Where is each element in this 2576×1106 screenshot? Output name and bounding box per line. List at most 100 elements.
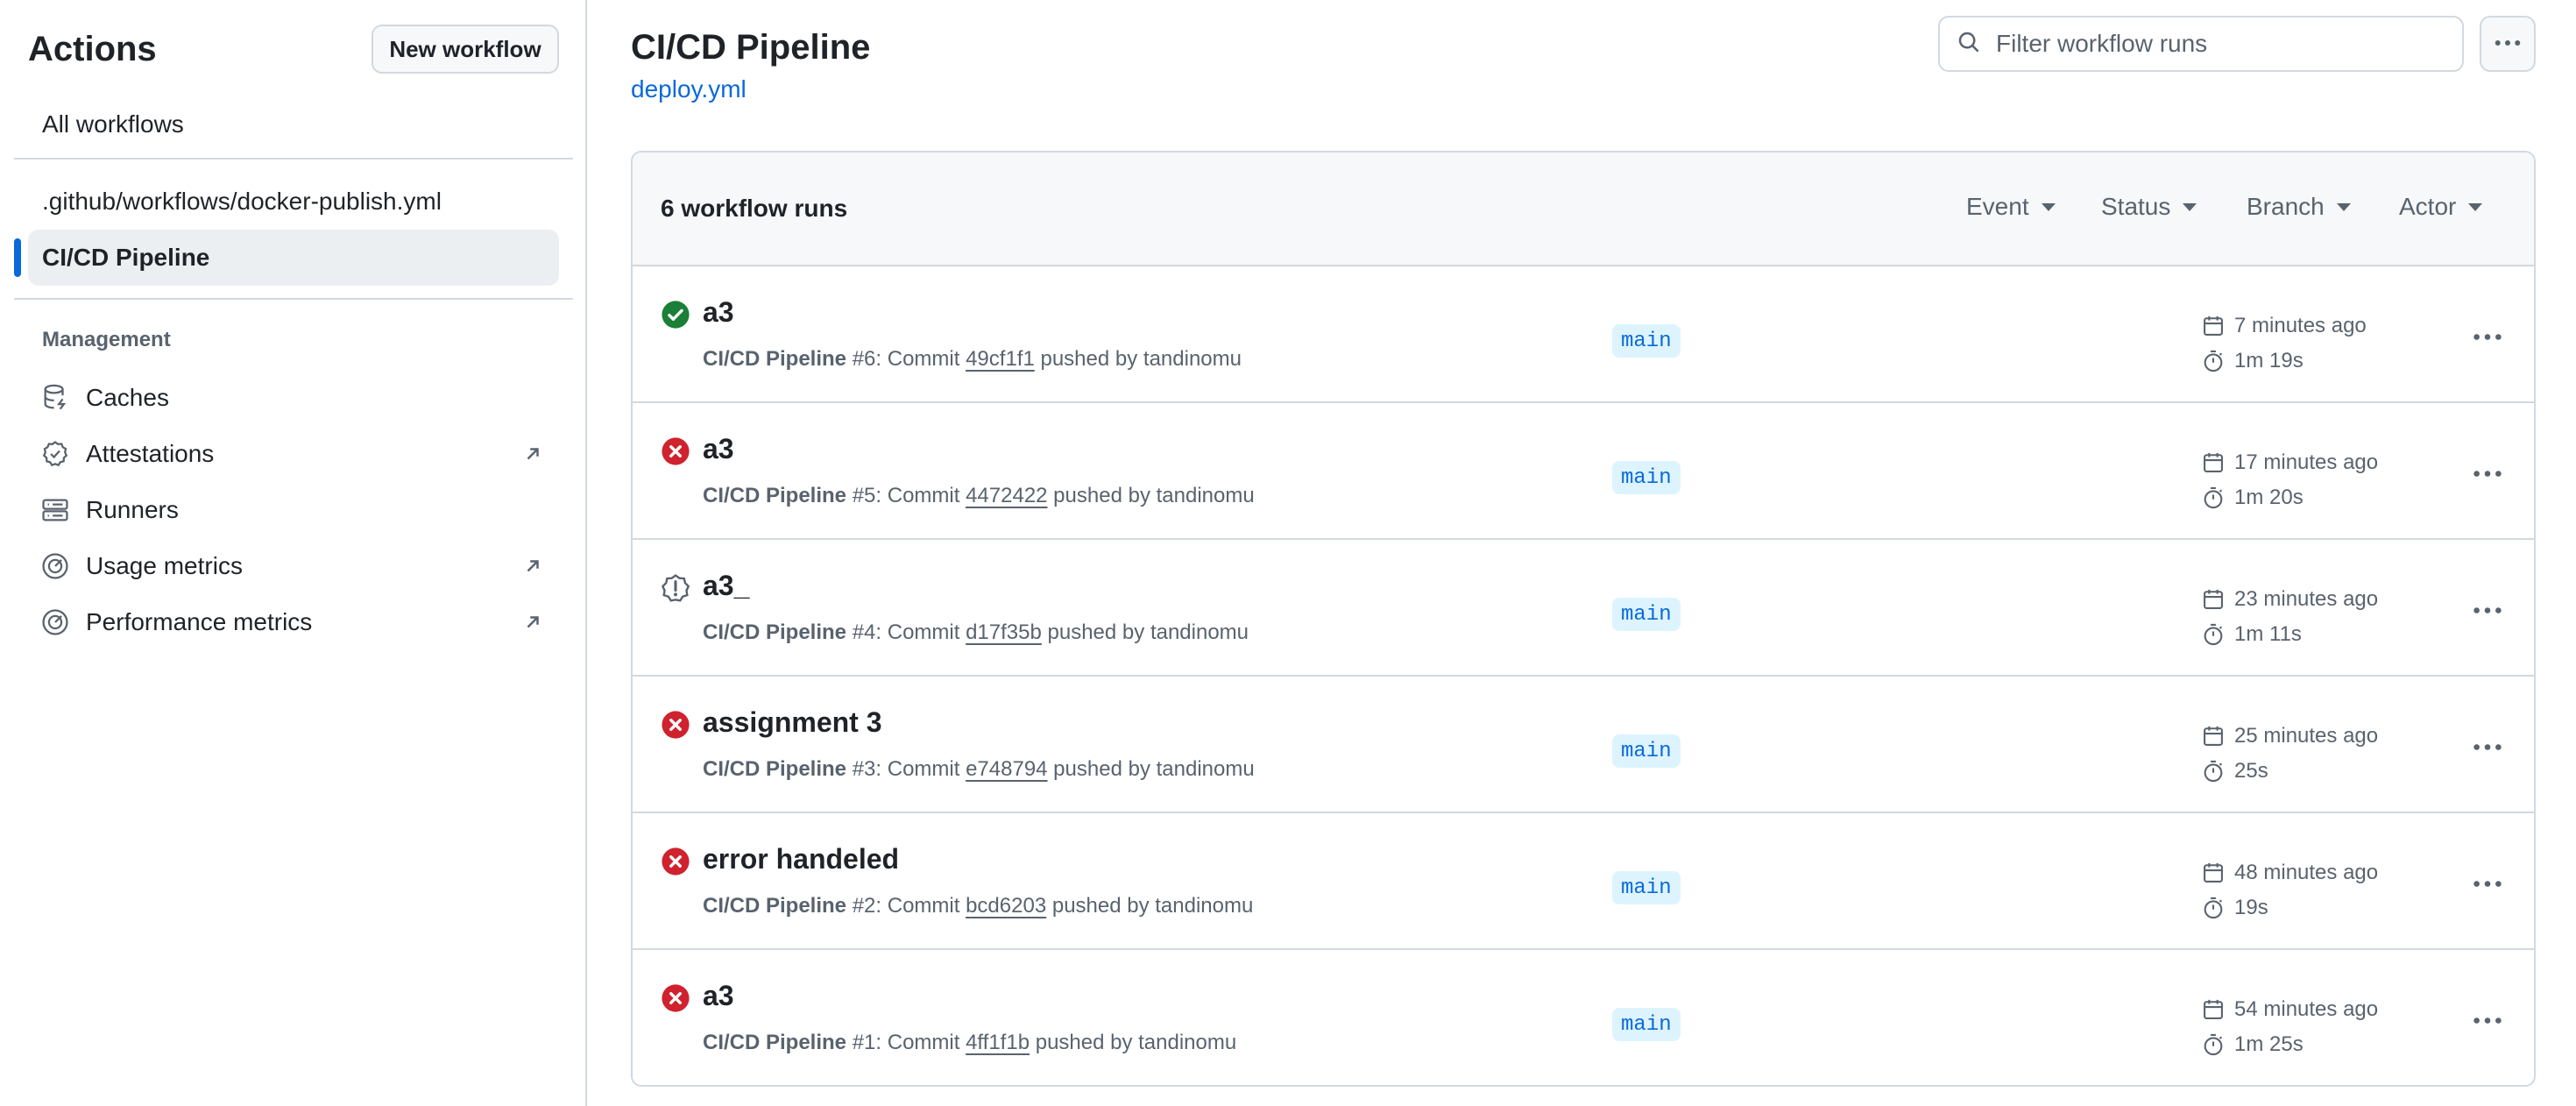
new-workflow-button[interactable]: New workflow xyxy=(372,25,559,74)
database-icon xyxy=(40,383,70,413)
server-icon xyxy=(40,495,70,525)
kebab-horizontal-icon xyxy=(2495,36,2521,52)
branch-label[interactable]: main xyxy=(1612,598,1681,631)
x-circle-icon xyxy=(661,847,690,876)
workflow-run-row[interactable]: a3 CI/CD Pipeline #6: Commit 49cf1f1 pus… xyxy=(633,266,2534,403)
run-number: #6 xyxy=(852,347,876,371)
sidebar-item-attestations[interactable]: Attestations xyxy=(28,428,559,480)
run-started: 54 minutes ago xyxy=(2201,997,2378,1022)
commit-link[interactable]: d17f35b xyxy=(966,620,1042,644)
filter-runs-input[interactable] xyxy=(1996,30,2452,58)
workflow-run-row[interactable]: a3 CI/CD Pipeline #5: Commit 4472422 pus… xyxy=(633,403,2534,540)
commit-link[interactable]: bcd6203 xyxy=(966,894,1046,918)
sidebar-item-label: Usage metrics xyxy=(86,552,243,579)
branch-label[interactable]: main xyxy=(1612,1008,1681,1041)
event-filter-dropdown[interactable]: Event xyxy=(1966,193,2056,221)
run-title-link[interactable]: a3_ xyxy=(703,570,749,602)
external-link-icon xyxy=(519,440,547,468)
sidebar-item-runners[interactable]: Runners xyxy=(28,484,559,536)
sidebar-item-performance-metrics[interactable]: Performance metrics xyxy=(28,596,559,649)
search-icon xyxy=(1956,29,1982,60)
workflow-run-row[interactable]: a3 CI/CD Pipeline #1: Commit 4ff1f1b pus… xyxy=(633,950,2534,1085)
more-options-button[interactable] xyxy=(2480,16,2536,72)
filter-runs-box[interactable] xyxy=(1938,16,2464,72)
run-duration-text: 1m 20s xyxy=(2234,486,2304,509)
sidebar-divider xyxy=(14,298,573,300)
actor-filter-dropdown[interactable]: Actor xyxy=(2399,193,2483,221)
kebab-horizontal-icon xyxy=(2473,606,2502,613)
run-options-button[interactable] xyxy=(2466,456,2509,491)
commit-link[interactable]: 4472422 xyxy=(966,484,1047,507)
runs-count: 6 workflow runs xyxy=(661,195,848,222)
sidebar: Actions New workflow All workflows .gith… xyxy=(0,0,587,1106)
workflow-run-row[interactable]: assignment 3 CI/CD Pipeline #3: Commit e… xyxy=(633,677,2534,813)
sidebar-title: Actions xyxy=(28,30,157,68)
sidebar-item-cicd-pipeline[interactable]: CI/CD Pipeline xyxy=(28,230,559,286)
workflow-file-link[interactable]: deploy.yml xyxy=(631,75,747,103)
run-when: 54 minutes ago xyxy=(2234,997,2379,1021)
run-options-button[interactable] xyxy=(2466,729,2509,764)
run-title-link[interactable]: a3 xyxy=(703,980,734,1012)
run-meta: CI/CD Pipeline #5: Commit 4472422 pushed… xyxy=(703,484,1255,507)
branch-label[interactable]: main xyxy=(1612,461,1681,494)
run-number: #1 xyxy=(852,1031,876,1054)
run-options-button[interactable] xyxy=(2466,319,2509,354)
status-filter-dropdown[interactable]: Status xyxy=(2101,193,2197,221)
run-meta: CI/CD Pipeline #4: Commit d17f35b pushed… xyxy=(703,620,1249,644)
calendar-icon xyxy=(2204,726,2223,746)
calendar-icon xyxy=(2204,862,2223,883)
branch-label[interactable]: main xyxy=(1612,734,1681,768)
x-circle-icon xyxy=(661,436,690,466)
sidebar-item-caches[interactable]: Caches xyxy=(28,372,559,424)
caret-down-icon xyxy=(2336,202,2351,211)
run-workflow-name: CI/CD Pipeline xyxy=(703,347,847,371)
kebab-horizontal-icon xyxy=(2473,470,2502,477)
run-duration: 25s xyxy=(2201,759,2268,783)
sidebar-item-label: Performance metrics xyxy=(86,608,313,635)
run-duration-text: 25s xyxy=(2234,759,2268,783)
sidebar-item-all-workflows[interactable]: All workflows xyxy=(28,96,559,152)
kebab-horizontal-icon xyxy=(2473,1017,2502,1024)
run-workflow-name: CI/CD Pipeline xyxy=(703,757,847,781)
run-duration-text: 1m 19s xyxy=(2234,349,2304,372)
run-duration-text: 1m 25s xyxy=(2234,1032,2304,1056)
runs-header: 6 workflow runs Event Status Branch Acto… xyxy=(633,152,2534,266)
stopwatch-icon xyxy=(2204,760,2223,783)
run-started: 7 minutes ago xyxy=(2201,314,2367,338)
run-when: 17 minutes ago xyxy=(2234,450,2379,474)
commit-link[interactable]: 4ff1f1b xyxy=(966,1031,1030,1054)
workflow-run-row[interactable]: a3_ CI/CD Pipeline #4: Commit d17f35b pu… xyxy=(633,540,2534,677)
stopwatch-icon xyxy=(2204,623,2223,646)
sidebar-item-label: Runners xyxy=(86,496,179,523)
calendar-icon xyxy=(2204,999,2223,1019)
run-started: 48 minutes ago xyxy=(2201,861,2378,885)
run-number: #3 xyxy=(852,757,876,781)
run-number: #2 xyxy=(852,894,876,918)
branch-label[interactable]: main xyxy=(1612,871,1681,904)
commit-link[interactable]: e748794 xyxy=(966,757,1047,781)
commit-link[interactable]: 49cf1f1 xyxy=(966,347,1035,371)
kebab-horizontal-icon xyxy=(2473,743,2502,750)
run-when: 48 minutes ago xyxy=(2234,861,2379,884)
workflow-run-row[interactable]: error handeled CI/CD Pipeline #2: Commit… xyxy=(633,813,2534,950)
run-options-button[interactable] xyxy=(2466,866,2509,901)
run-title-link[interactable]: error handeled xyxy=(703,843,899,876)
run-duration-text: 19s xyxy=(2234,896,2268,919)
caret-down-icon xyxy=(2183,202,2197,211)
run-title-link[interactable]: a3 xyxy=(703,433,734,465)
run-started: 23 minutes ago xyxy=(2201,587,2378,612)
sidebar-item-usage-metrics[interactable]: Usage metrics xyxy=(28,540,559,592)
branch-filter-dropdown[interactable]: Branch xyxy=(2247,193,2351,221)
run-meta: CI/CD Pipeline #1: Commit 4ff1f1b pushed… xyxy=(703,1031,1237,1054)
run-actor: tandinomu xyxy=(1155,894,1254,918)
run-title-link[interactable]: assignment 3 xyxy=(703,706,882,739)
run-workflow-name: CI/CD Pipeline xyxy=(703,894,847,918)
branch-label[interactable]: main xyxy=(1612,324,1681,358)
run-actor: tandinomu xyxy=(1150,620,1249,644)
caret-down-icon xyxy=(2468,202,2483,211)
run-title-link[interactable]: a3 xyxy=(703,296,734,329)
sidebar-item-docker-publish[interactable]: .github/workflows/docker-publish.yml xyxy=(28,174,559,230)
run-workflow-name: CI/CD Pipeline xyxy=(703,484,847,507)
run-options-button[interactable] xyxy=(2466,1003,2509,1038)
run-options-button[interactable] xyxy=(2466,592,2509,627)
